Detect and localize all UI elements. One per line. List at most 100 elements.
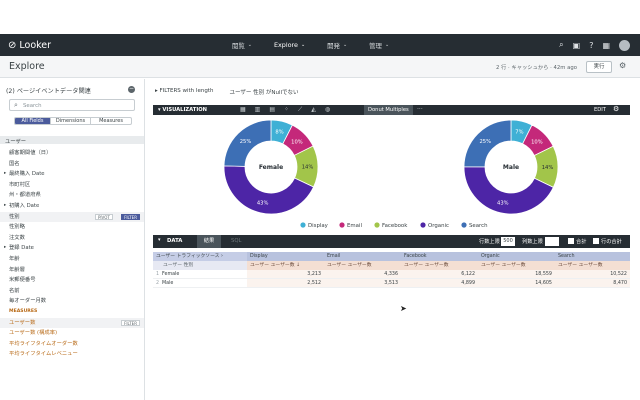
measure-header-display[interactable]: ユーザー ユーザー数 ↓ — [247, 261, 324, 270]
row-label[interactable]: Female — [159, 270, 247, 279]
field-item[interactable]: 顧客期間値（日） — [0, 148, 144, 159]
table-cell[interactable]: 3,513 — [324, 279, 401, 288]
chevron-down-icon: ⌄ — [384, 42, 390, 48]
measures-section-header: MEASURES — [0, 307, 144, 318]
visualization-label[interactable]: ▾ VISUALIZATION — [158, 107, 207, 113]
measure-header-organic[interactable]: ユーザー ユーザー数 — [478, 261, 555, 270]
field-item[interactable]: 毎オーダー月数 — [0, 296, 144, 307]
menu-admin[interactable]: 管理 ⌄ — [369, 41, 389, 50]
pivot-header[interactable]: ユーザー トラフィックソース › — [153, 252, 247, 261]
field-item[interactable]: 最終購入 Date — [0, 169, 144, 180]
table-cell[interactable]: 4,899 — [401, 279, 478, 288]
legend-marker[interactable] — [461, 222, 467, 228]
menu-browse[interactable]: 閲覧 ⌄ — [232, 41, 252, 50]
filter-button[interactable]: FILTER — [121, 319, 140, 326]
table-cell[interactable]: 6,122 — [401, 270, 478, 279]
field-item[interactable]: ユーザー数 (構成率) — [0, 328, 144, 339]
field-item[interactable]: 注文数 — [0, 233, 144, 244]
table-chart-icon[interactable]: ▦ — [240, 106, 246, 114]
table-cell[interactable]: 3,213 — [247, 270, 324, 279]
marketplace-icon[interactable]: ▣ — [573, 41, 581, 50]
gear-icon[interactable]: ⚙ — [613, 105, 619, 113]
field-item[interactable]: 平均ライフタイムレベニュー — [0, 349, 144, 360]
filters-row[interactable]: ▸ FILTERS with length ユーザー 性別 がNullでない — [155, 88, 299, 96]
field-item[interactable]: 年齢 — [0, 254, 144, 265]
table-cell[interactable]: 8,470 — [555, 279, 630, 288]
field-item[interactable]: 性別略 — [0, 222, 144, 233]
field-item[interactable]: 年齢層 — [0, 265, 144, 276]
apps-icon[interactable]: ▦ — [602, 41, 610, 50]
field-search: ⌕ — [9, 99, 135, 111]
view-header[interactable]: ユーザー — [0, 136, 144, 145]
measure-header-email[interactable]: ユーザー ユーザー数 — [324, 261, 401, 270]
pivot-header-row: ユーザー トラフィックソース › Display Email Facebook … — [153, 252, 630, 261]
avatar[interactable] — [619, 39, 630, 51]
field-item[interactable]: 性別 FILTER PIVOT — [0, 211, 144, 223]
legend-label[interactable]: Display — [308, 223, 329, 229]
legend-marker[interactable] — [339, 222, 345, 228]
field-item[interactable]: 州・都道府県 — [0, 190, 144, 201]
line-chart-icon[interactable]: ⟋ — [298, 106, 302, 114]
menu-develop[interactable]: 開発 ⌄ — [327, 41, 347, 50]
field-item[interactable]: ユーザー数 FILTER — [0, 317, 144, 329]
tab-all-fields[interactable]: All Fields — [15, 118, 51, 124]
edit-button[interactable]: EDIT — [594, 107, 606, 113]
table-cell[interactable]: 18,559 — [478, 270, 555, 279]
run-button[interactable]: 実行 — [586, 61, 612, 73]
table-cell[interactable]: 2,512 — [247, 279, 324, 288]
bar-chart-icon[interactable]: ▤ — [269, 106, 275, 114]
collapse-icon[interactable]: − — [128, 86, 135, 93]
gear-icon[interactable]: ⚙ — [619, 61, 626, 70]
tab-sql[interactable]: SQL — [231, 238, 241, 244]
legend-label[interactable]: Organic — [428, 223, 449, 229]
looker-logo[interactable]: ⊘ Looker — [8, 40, 51, 51]
map-chart-icon[interactable]: ◍ — [325, 106, 330, 114]
row-totals-checkbox[interactable] — [593, 238, 599, 244]
data-label[interactable]: DATA — [167, 238, 182, 244]
gender-column-header[interactable]: ユーザー 性別 — [153, 261, 247, 270]
field-item[interactable]: 名前 — [0, 286, 144, 297]
slice-label: 14% — [302, 165, 314, 171]
legend-marker[interactable] — [374, 222, 380, 228]
field-item[interactable]: 登録 Date — [0, 243, 144, 254]
measure-header-facebook[interactable]: ユーザー ユーザー数 — [401, 261, 478, 270]
main-menu: 閲覧 ⌄ Explore ⌄ 開発 ⌄ 管理 ⌄ — [232, 34, 411, 56]
donut-multiples-tab[interactable]: Donut Multiples — [364, 105, 413, 115]
column-chart-icon[interactable]: ▥ — [255, 106, 261, 114]
measure-header-search[interactable]: ユーザー ユーザー数 — [555, 261, 630, 270]
row-limit-label: 行数上限 — [479, 239, 500, 245]
search-icon[interactable]: ⌕ — [559, 40, 563, 50]
legend-label[interactable]: Email — [347, 223, 362, 229]
field-label: 州・都道府県 — [9, 192, 41, 199]
table-cell[interactable]: 14,605 — [478, 279, 555, 288]
field-item[interactable]: 市町村区 — [0, 180, 144, 191]
field-item[interactable]: 国名 — [0, 159, 144, 170]
scatter-chart-icon[interactable]: ⁘ — [284, 106, 289, 114]
more-icon[interactable]: ··· — [417, 105, 423, 114]
field-search-input[interactable] — [23, 102, 131, 110]
row-label[interactable]: Male — [159, 279, 247, 288]
legend-marker[interactable] — [300, 222, 306, 228]
column-limit-input[interactable] — [545, 237, 559, 246]
area-chart-icon[interactable]: ◭ — [311, 106, 316, 114]
tab-measures[interactable]: Measures — [91, 118, 131, 124]
pivot-button[interactable]: PIVOT — [94, 213, 113, 220]
field-item[interactable]: 平均ライフタイムオーダー数 — [0, 339, 144, 350]
legend-label[interactable]: Facebook — [382, 223, 408, 229]
field-label: 米郵便番号 — [9, 277, 36, 284]
table-cell[interactable]: 4,336 — [324, 270, 401, 279]
totals-checkbox[interactable] — [568, 238, 574, 244]
help-icon[interactable]: ? — [589, 41, 593, 50]
row-limit-input[interactable]: 500 — [501, 237, 515, 246]
field-item[interactable]: 米郵便番号 — [0, 275, 144, 286]
field-label: 性別略 — [9, 224, 25, 231]
menu-explore[interactable]: Explore ⌄ — [274, 41, 305, 49]
field-item[interactable]: 初購入 Date — [0, 201, 144, 212]
filter-button[interactable]: FILTER — [121, 213, 140, 220]
tab-dimensions[interactable]: Dimensions — [51, 118, 91, 124]
table-cell[interactable]: 10,522 — [555, 270, 630, 279]
tab-results[interactable]: 結果 — [197, 235, 221, 248]
legend-label[interactable]: Search — [469, 223, 488, 229]
legend-marker[interactable] — [420, 222, 426, 228]
collapse-caret-icon[interactable]: ▾ — [158, 237, 161, 243]
